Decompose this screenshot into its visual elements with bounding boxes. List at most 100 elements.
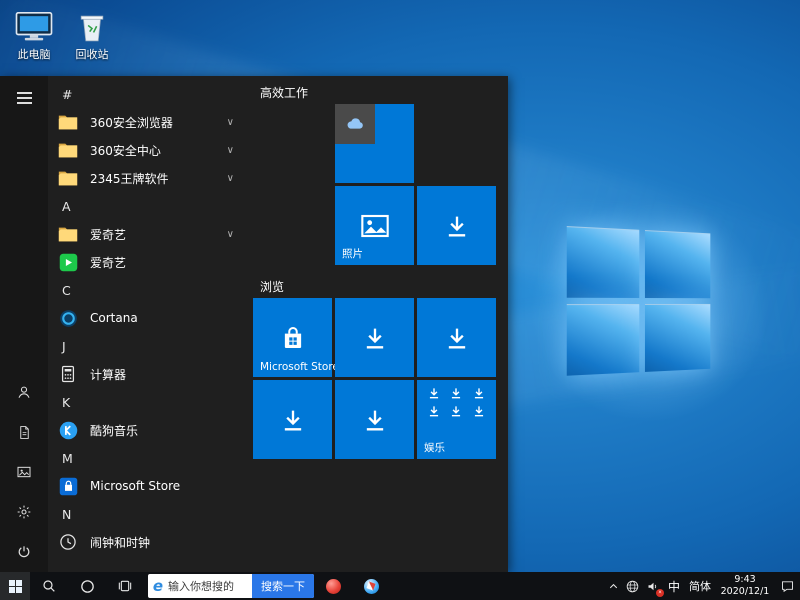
tile-group-title[interactable]: 高效工作 xyxy=(260,82,508,104)
tile-group-title[interactable]: 浏览 xyxy=(260,276,508,298)
notification-center-button[interactable] xyxy=(774,572,800,600)
pinned-app-browser-button[interactable] xyxy=(352,572,390,600)
app-list-item-alarms-clock[interactable]: 闹钟和时钟 xyxy=(48,528,248,556)
app-list-header[interactable]: N xyxy=(48,500,248,528)
hamburger-icon xyxy=(17,89,32,107)
store-icon xyxy=(56,474,80,498)
app-label: 酷狗音乐 xyxy=(90,422,248,439)
section-letter: J xyxy=(62,339,66,354)
chevron-up-icon xyxy=(607,580,620,593)
cortana-icon xyxy=(56,306,80,330)
search-icon xyxy=(41,578,57,594)
start-button[interactable] xyxy=(0,572,30,600)
download-icon xyxy=(417,298,496,377)
app-list-item-microsoft-store[interactable]: Microsoft Store xyxy=(48,472,248,500)
app-label: 爱奇艺 xyxy=(90,226,227,243)
app-label: Microsoft Store xyxy=(90,479,248,493)
windows-start-icon xyxy=(9,580,22,593)
taskbar-clock[interactable]: 9:43 2020/12/1 xyxy=(716,574,774,598)
cortana-taskbar-button[interactable] xyxy=(68,572,106,600)
app-list-item-calculator[interactable]: 计算器 xyxy=(48,360,248,388)
tile-downloading-app[interactable] xyxy=(417,298,496,377)
app-list-item-360-browser[interactable]: 360安全浏览器 ∨ xyxy=(48,108,248,136)
app-list-item-iqiyi[interactable]: 爱奇艺 xyxy=(48,248,248,276)
tile-downloading-app[interactable] xyxy=(417,186,496,265)
app-list-item-iqiyi-folder[interactable]: 爱奇艺 ∨ xyxy=(48,220,248,248)
section-letter: M xyxy=(62,451,73,466)
app-list-header[interactable]: A xyxy=(48,192,248,220)
windows-logo-glow xyxy=(485,155,800,465)
taskbar-search-button[interactable] xyxy=(30,572,68,600)
tile-microsoft-store[interactable]: Microsoft Store xyxy=(253,298,332,377)
chevron-down-icon[interactable]: ∨ xyxy=(227,173,234,184)
iqiyi-icon xyxy=(56,250,80,274)
app-list-item-2345[interactable]: 2345王牌软件 ∨ xyxy=(48,164,248,192)
chevron-down-icon[interactable]: ∨ xyxy=(227,117,234,128)
task-view-icon xyxy=(117,578,133,594)
chevron-down-icon[interactable]: ∨ xyxy=(227,145,234,156)
app-list-header[interactable]: M xyxy=(48,444,248,472)
start-menu: # 360安全浏览器 ∨ 360安全中心 ∨ 2345王牌软件 ∨ A 爱奇艺 xyxy=(0,76,508,572)
chevron-down-icon[interactable]: ∨ xyxy=(227,229,234,240)
app-list-item-kugou[interactable]: 酷狗音乐 xyxy=(48,416,248,444)
system-tray: × 中 简体 9:43 2020/12/1 xyxy=(604,572,800,600)
app-list-header[interactable]: # xyxy=(48,80,248,108)
tile-label: Microsoft Store xyxy=(260,361,339,373)
user-account-button[interactable] xyxy=(0,372,48,412)
tray-expand-button[interactable] xyxy=(604,572,622,600)
app-list-item-360-center[interactable]: 360安全中心 ∨ xyxy=(48,136,248,164)
desktop-icon-label: 回收站 xyxy=(64,46,120,62)
taskbar-search-widget[interactable]: e 搜索一下 xyxy=(148,574,314,598)
volume-button[interactable]: × xyxy=(642,572,664,600)
app-list-header[interactable]: K xyxy=(48,388,248,416)
download-icon xyxy=(253,380,332,459)
pictures-icon xyxy=(16,464,32,480)
download-icon xyxy=(335,380,414,459)
section-letter: K xyxy=(62,395,70,410)
desktop-icon-this-pc[interactable]: 此电脑 xyxy=(6,6,62,62)
task-view-button[interactable] xyxy=(106,572,144,600)
power-button[interactable] xyxy=(0,532,48,572)
taskbar-search-go-button[interactable]: 搜索一下 xyxy=(252,574,314,598)
app-label: 闹钟和时钟 xyxy=(90,534,248,551)
tile-area: 高效工作 照片 浏览 xyxy=(248,76,508,572)
pictures-button[interactable] xyxy=(0,452,48,492)
ime-language-indicator[interactable]: 简体 xyxy=(684,572,716,600)
tile-entertainment-folder[interactable]: 娱乐 xyxy=(417,380,496,459)
windows-logo-pane xyxy=(567,226,640,298)
taskbar-search-input[interactable] xyxy=(168,580,252,593)
desktop-screen: 此电脑 回收站 xyxy=(0,0,800,600)
computer-icon xyxy=(6,6,62,44)
documents-button[interactable] xyxy=(0,412,48,452)
app-label: 360安全浏览器 xyxy=(90,114,227,131)
kugou-icon xyxy=(56,418,80,442)
app-list-item-cortana[interactable]: Cortana xyxy=(48,304,248,332)
tile-photos[interactable]: 照片 xyxy=(335,186,414,265)
app-list: # 360安全浏览器 ∨ 360安全中心 ∨ 2345王牌软件 ∨ A 爱奇艺 xyxy=(48,76,248,572)
download-icon xyxy=(335,298,414,377)
tile-onedrive[interactable] xyxy=(335,104,414,183)
section-letter: A xyxy=(62,199,71,214)
tile-downloading-app[interactable] xyxy=(335,298,414,377)
tile-downloading-app[interactable] xyxy=(335,380,414,459)
windows-logo-pane xyxy=(645,304,710,372)
app-label: Cortana xyxy=(90,311,248,325)
settings-button[interactable] xyxy=(0,492,48,532)
muted-badge: × xyxy=(656,589,664,597)
tile-label: 娱乐 xyxy=(424,440,445,455)
document-icon xyxy=(17,425,32,440)
section-letter: C xyxy=(62,283,71,298)
pinned-app-red-button[interactable] xyxy=(314,572,352,600)
app-list-header[interactable]: J xyxy=(48,332,248,360)
windows-logo-pane xyxy=(567,304,640,376)
desktop-icon-recycle-bin[interactable]: 回收站 xyxy=(64,6,120,62)
cortana-ring-icon xyxy=(79,578,96,595)
network-button[interactable] xyxy=(622,572,642,600)
section-letter: N xyxy=(62,507,71,522)
expand-menu-button[interactable] xyxy=(0,76,48,120)
ime-mode-indicator[interactable]: 中 xyxy=(664,572,684,600)
app-list-header[interactable]: C xyxy=(48,276,248,304)
cloud-icon xyxy=(335,104,375,144)
tile-downloading-app[interactable] xyxy=(253,380,332,459)
download-icon xyxy=(417,186,496,265)
